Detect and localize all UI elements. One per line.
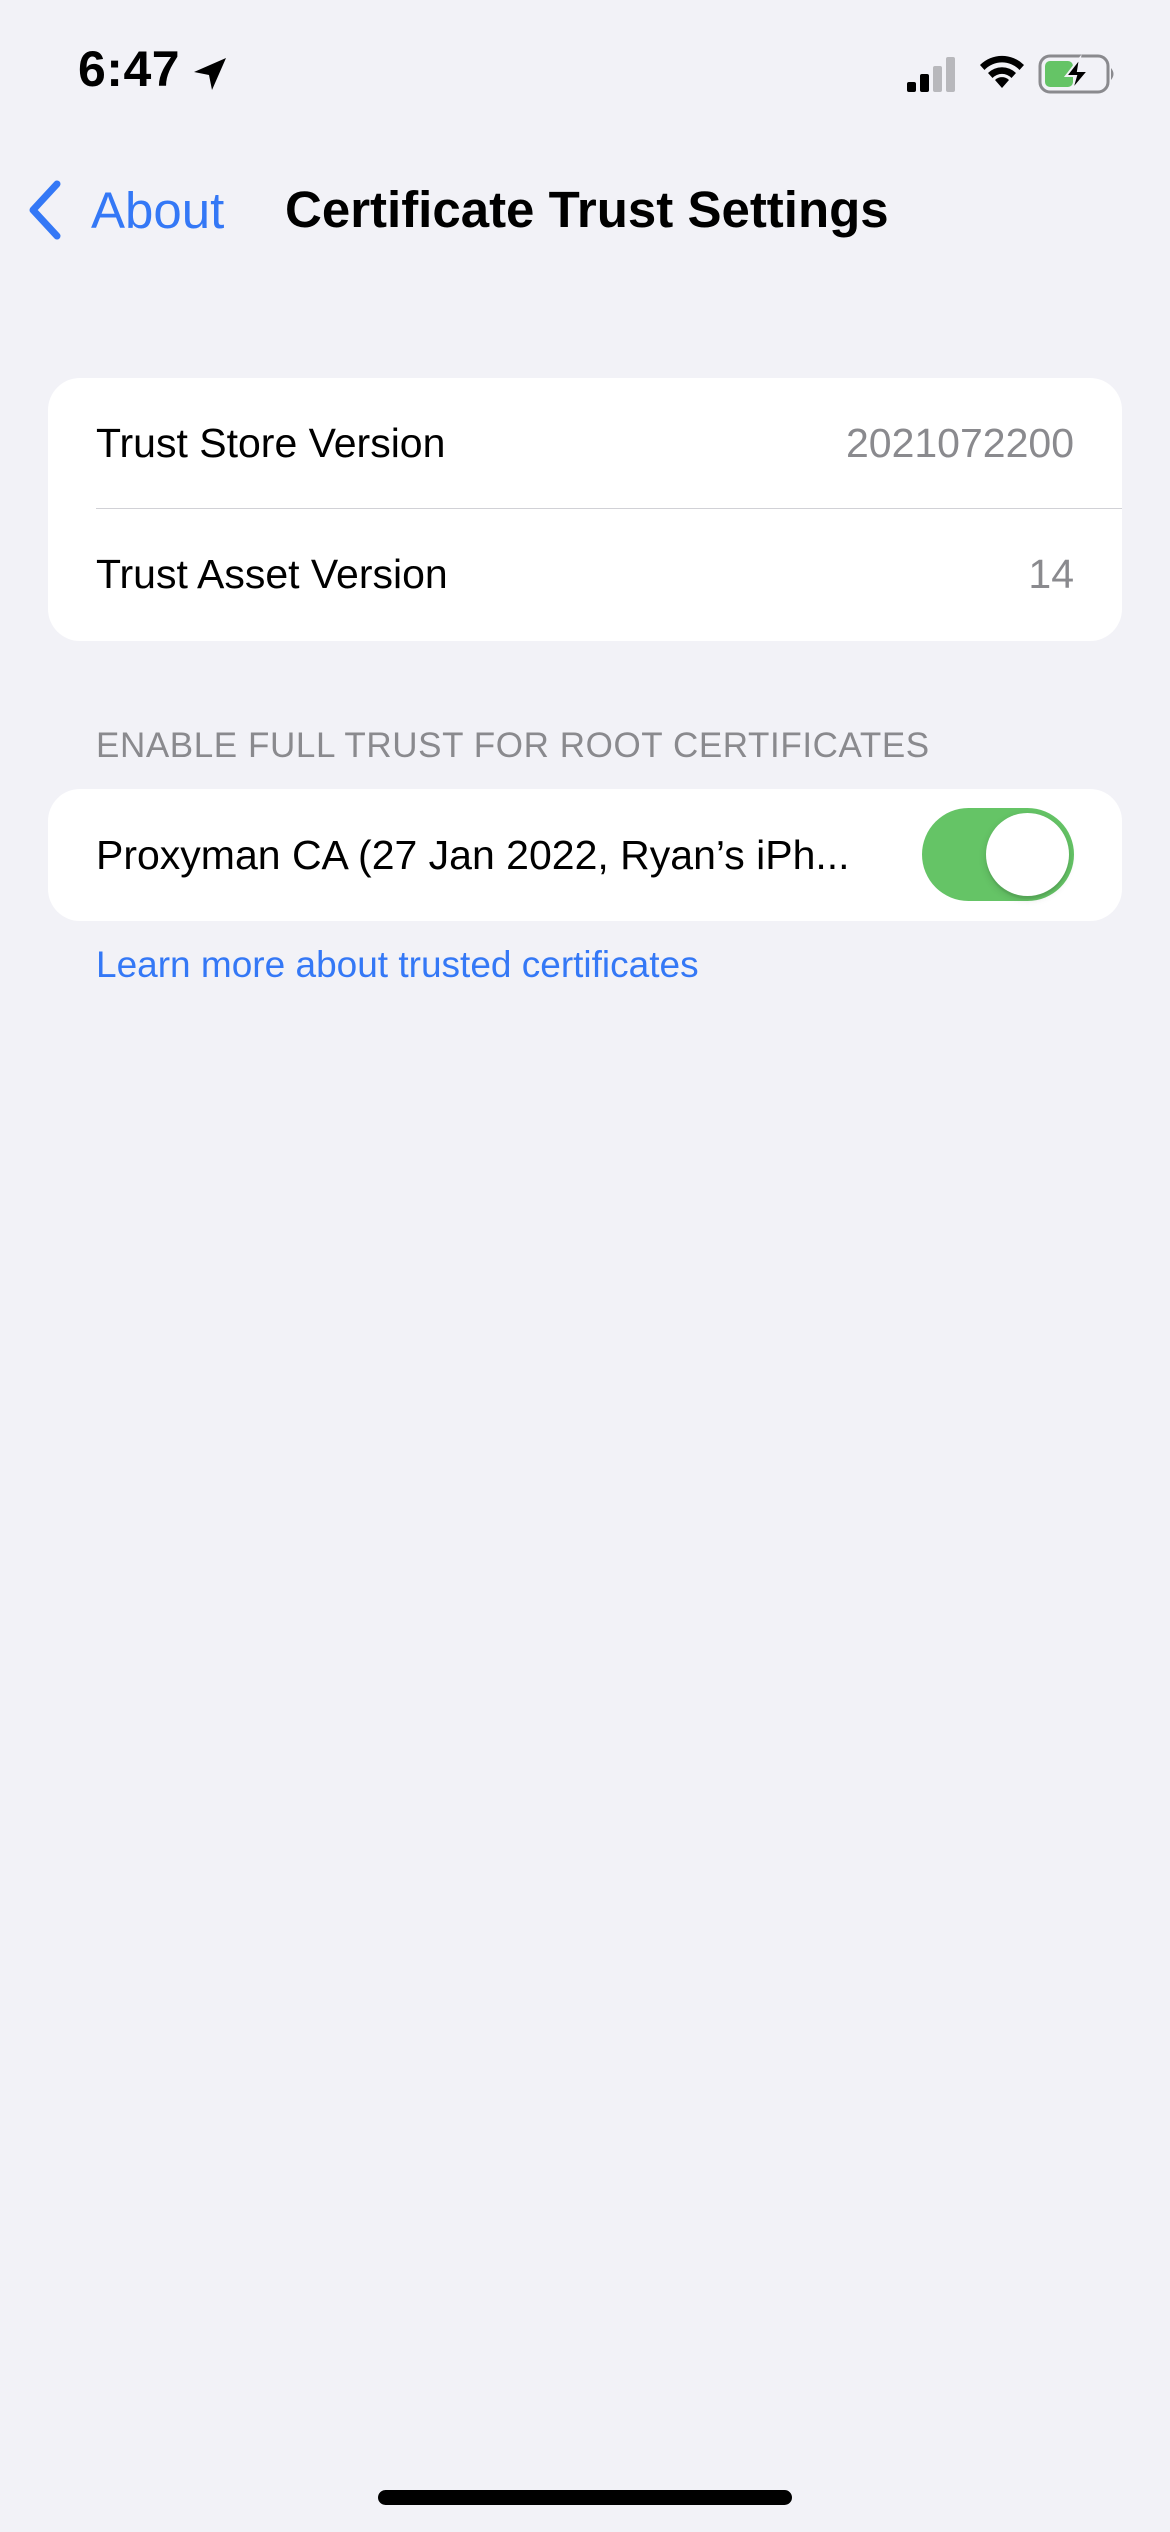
- section-header: ENABLE FULL TRUST FOR ROOT CERTIFICATES: [96, 726, 930, 765]
- certificate-trust-toggle[interactable]: [922, 808, 1074, 901]
- row-value: 14: [1028, 551, 1074, 597]
- status-time: 6:47: [78, 41, 181, 97]
- chevron-left-icon: [29, 180, 61, 240]
- row-label: Trust Asset Version: [96, 551, 448, 597]
- trust-info-card: Trust Store Version 2021072200 Trust Ass…: [48, 378, 1122, 641]
- screen: 6:47 About Certificate Trust Settings Tr…: [0, 0, 1170, 2532]
- home-indicator[interactable]: [378, 2490, 792, 2505]
- cellular-signal-icon: [907, 57, 955, 92]
- trust-asset-version-row: Trust Asset Version 14: [48, 509, 1122, 640]
- battery-charging-icon: [1038, 54, 1114, 94]
- certificate-row: Proxyman CA (27 Jan 2022, Ryan’s iPh...: [48, 789, 1122, 921]
- row-value: 2021072200: [845, 420, 1074, 466]
- location-arrow-icon: [194, 58, 226, 90]
- page-title: Certificate Trust Settings: [285, 181, 889, 238]
- wifi-icon: [980, 55, 1024, 88]
- certificate-label: Proxyman CA (27 Jan 2022, Ryan’s iPh...: [96, 831, 850, 878]
- row-label: Trust Store Version: [96, 420, 446, 466]
- back-button-label: About: [91, 181, 225, 239]
- toggle-knob: [986, 813, 1069, 896]
- trust-store-version-row: Trust Store Version 2021072200: [48, 378, 1122, 509]
- learn-more-link[interactable]: Learn more about trusted certificates: [96, 944, 699, 986]
- status-bar: 6:47: [0, 0, 1170, 150]
- root-certs-card: Proxyman CA (27 Jan 2022, Ryan’s iPh...: [48, 789, 1122, 921]
- back-button[interactable]: About: [25, 170, 224, 250]
